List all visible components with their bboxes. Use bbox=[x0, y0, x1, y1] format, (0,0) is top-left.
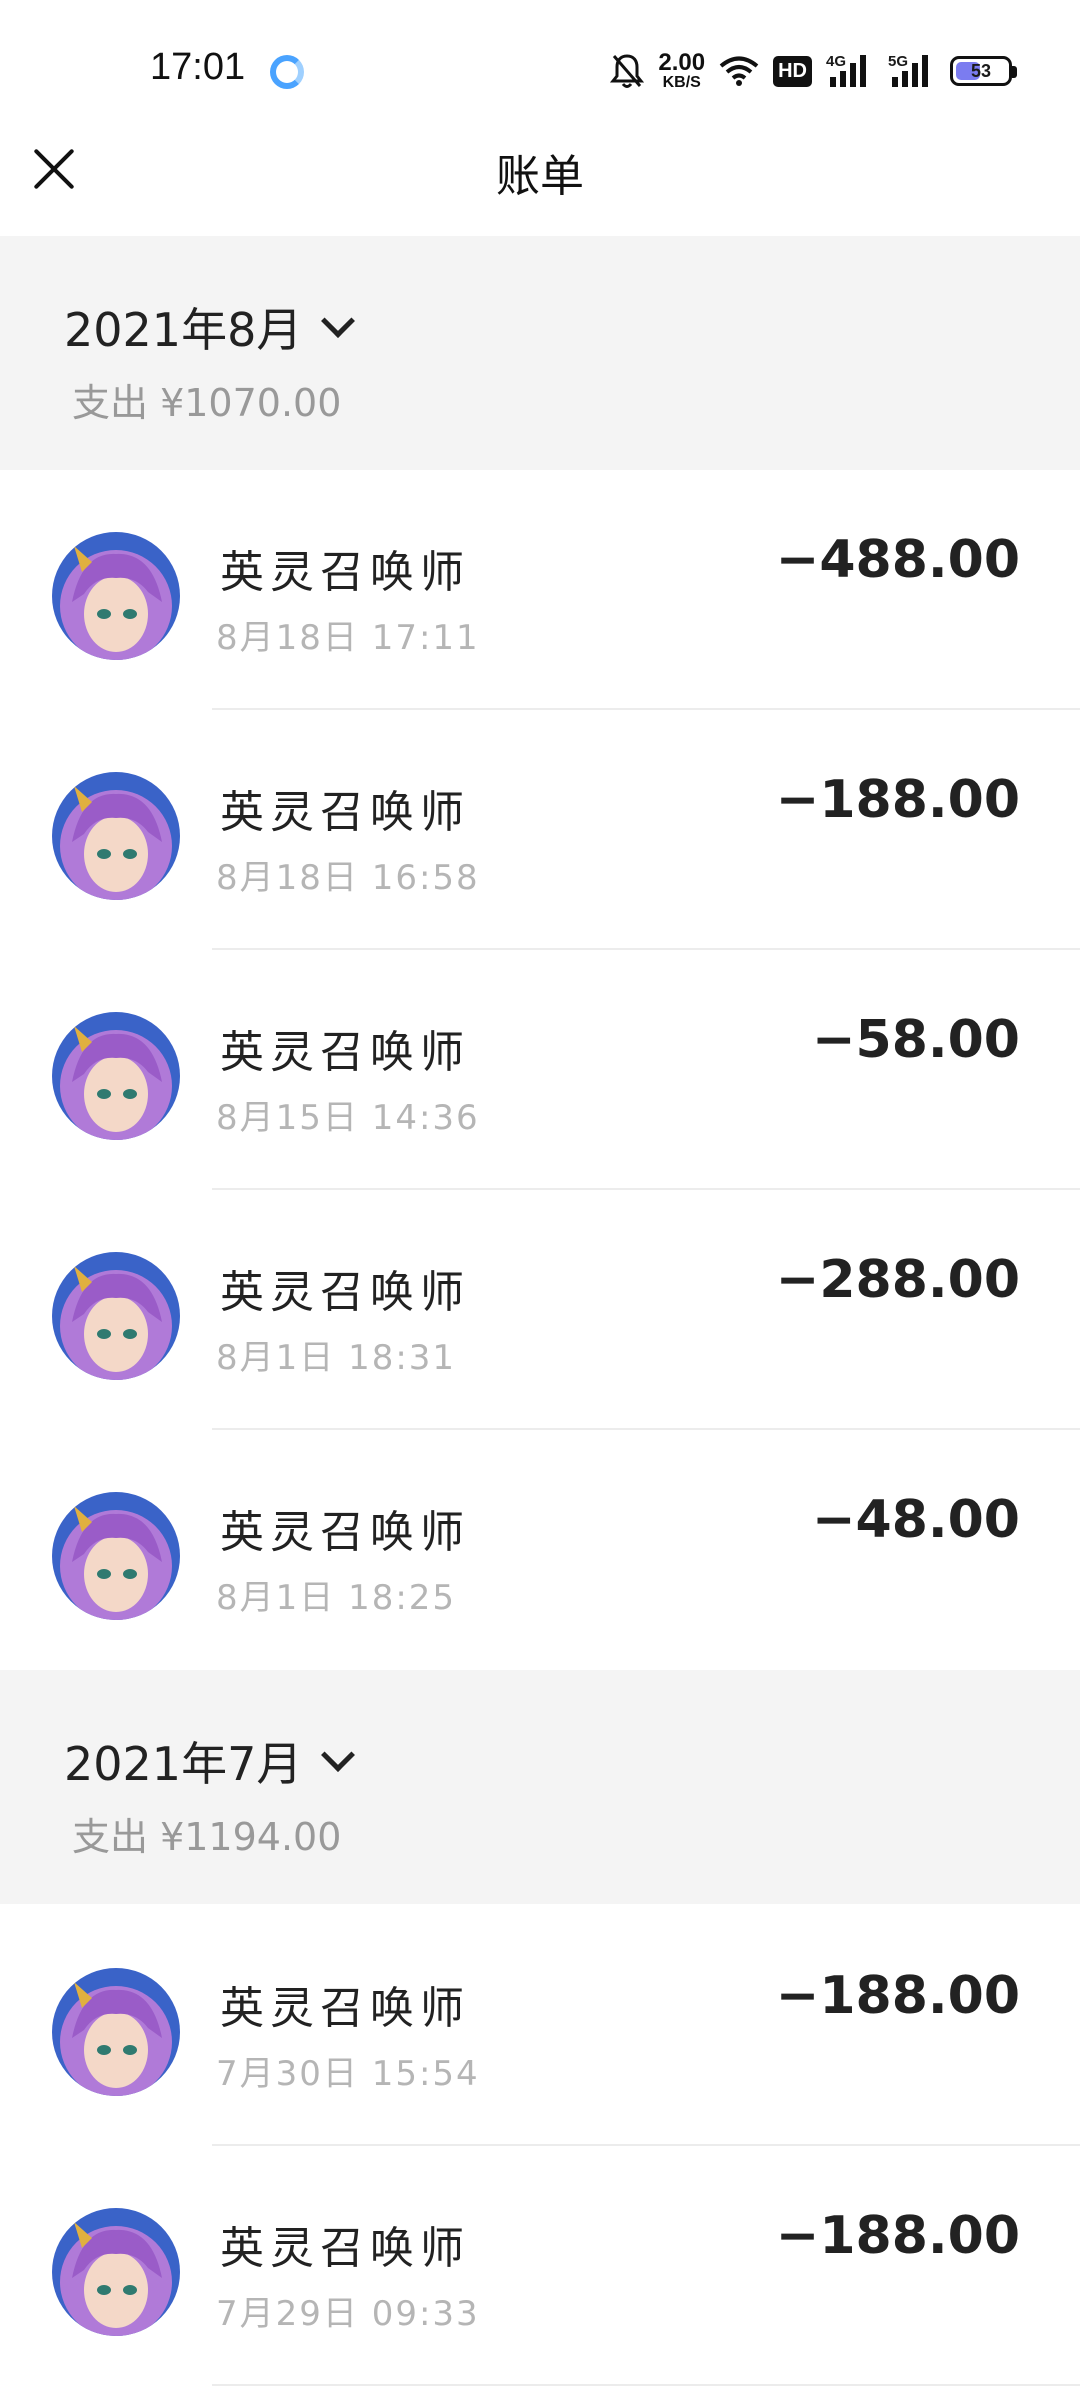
bill-item[interactable]: 英灵召唤师 8月18日 16:58 −188.00 bbox=[0, 710, 1080, 950]
merchant-name: 英灵召唤师 bbox=[220, 1983, 470, 2034]
page-title: 账单 bbox=[496, 151, 584, 202]
wifi-icon bbox=[719, 55, 759, 87]
transaction-amount: −288.00 bbox=[775, 1250, 1020, 1310]
net-speed-value: 2.00 bbox=[658, 49, 706, 76]
transaction-time: 8月18日 16:58 bbox=[216, 858, 480, 898]
month-title: 2021年7月 bbox=[64, 1737, 303, 1791]
month-header[interactable]: 2021年8月 支出 ¥1070.00 bbox=[0, 236, 1080, 470]
transaction-time: 8月1日 18:31 bbox=[216, 1338, 457, 1378]
month-header[interactable]: 2021年7月 支出 ¥1194.00 bbox=[0, 1670, 1080, 1904]
transaction-time: 8月15日 14:36 bbox=[216, 1098, 480, 1138]
transaction-amount: −188.00 bbox=[775, 1966, 1020, 2026]
chevron-down-icon bbox=[321, 1738, 356, 1772]
chevron-down-icon bbox=[321, 304, 356, 338]
bill-item[interactable]: 英灵召唤师 8月15日 14:36 −58.00 bbox=[0, 950, 1080, 1190]
month-expense-summary: 支出 ¥1194.00 bbox=[72, 1815, 342, 1859]
avatar bbox=[52, 1012, 180, 1140]
transaction-amount: −48.00 bbox=[811, 1490, 1020, 1550]
merchant-name: 英灵召唤师 bbox=[220, 787, 470, 838]
month-title: 2021年8月 bbox=[64, 303, 303, 357]
bill-item[interactable]: 英灵召唤师 7月30日 15:54 −188.00 bbox=[0, 1906, 1080, 2146]
battery-icon: 53 bbox=[950, 56, 1017, 86]
network-speed: 2.00 KB/S bbox=[658, 51, 705, 91]
merchant-name: 英灵召唤师 bbox=[220, 1267, 470, 1318]
bill-item[interactable]: 英灵召唤师 7月29日 09:33 −188.00 bbox=[0, 2146, 1080, 2386]
status-icons: 2.00 KB/S HD 4G 5G 53 bbox=[610, 48, 1017, 94]
merchant-name: 英灵召唤师 bbox=[220, 547, 470, 598]
mute-bell-icon bbox=[610, 52, 645, 90]
merchant-name: 英灵召唤师 bbox=[220, 1027, 470, 1078]
transaction-time: 8月1日 18:25 bbox=[216, 1578, 457, 1618]
title-bar: 账单 bbox=[0, 100, 1080, 236]
month-selector[interactable]: 2021年8月 bbox=[64, 294, 356, 360]
merchant-name: 英灵召唤师 bbox=[220, 2223, 470, 2274]
avatar bbox=[52, 1492, 180, 1620]
avatar bbox=[52, 2208, 180, 2336]
transaction-time: 8月18日 17:11 bbox=[216, 618, 480, 658]
transaction-amount: −58.00 bbox=[811, 1010, 1020, 1070]
avatar bbox=[52, 532, 180, 660]
transaction-amount: −188.00 bbox=[775, 2206, 1020, 2266]
transaction-time: 7月30日 15:54 bbox=[216, 2054, 480, 2094]
transaction-amount: −488.00 bbox=[775, 530, 1020, 590]
transaction-time: 7月29日 09:33 bbox=[216, 2294, 480, 2334]
signal-icon-2: 5G bbox=[888, 53, 936, 89]
divider bbox=[212, 2384, 1080, 2386]
transaction-amount: −188.00 bbox=[775, 770, 1020, 830]
avatar bbox=[52, 1252, 180, 1380]
month-selector[interactable]: 2021年7月 bbox=[64, 1728, 356, 1794]
status-time: 17:01 bbox=[150, 46, 246, 88]
bill-item[interactable]: 英灵召唤师 8月1日 18:25 −48.00 bbox=[0, 1430, 1080, 1670]
avatar bbox=[52, 1968, 180, 2096]
merchant-name: 英灵召唤师 bbox=[220, 1507, 470, 1558]
hd-icon: HD bbox=[773, 55, 812, 87]
bill-item[interactable]: 英灵召唤师 8月18日 17:11 −488.00 bbox=[0, 470, 1080, 710]
app-notification-icon bbox=[270, 55, 304, 89]
net-speed-unit: KB/S bbox=[662, 74, 701, 91]
battery-level: 53 bbox=[970, 61, 992, 81]
month-expense-summary: 支出 ¥1070.00 bbox=[72, 381, 342, 425]
bill-item[interactable]: 英灵召唤师 8月1日 18:31 −288.00 bbox=[0, 1190, 1080, 1430]
avatar bbox=[52, 772, 180, 900]
signal-icon-1: 4G bbox=[826, 53, 874, 89]
